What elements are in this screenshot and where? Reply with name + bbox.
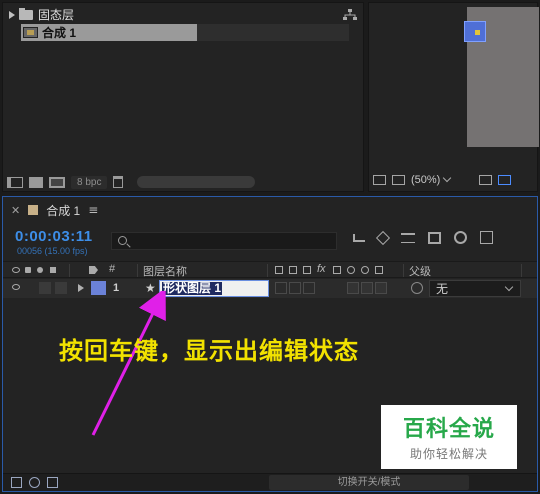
column-divider [137,264,138,277]
monitor-icon[interactable] [392,175,405,185]
watermark-logo: 百科全说 助你轻松解决 [381,405,517,469]
transfer-controls-toggle-icon[interactable] [29,477,40,488]
motion-blur-icon[interactable] [454,231,467,244]
parent-dropdown[interactable]: 无 [429,280,521,297]
project-item-comp-columns [197,24,349,41]
composition-icon [23,27,38,38]
column-divider [403,264,404,277]
timeline-footer: 切换开关/模式 [3,473,537,491]
project-panel: 固态层 合成 1 8 bpc [2,2,364,192]
layer-switch-5[interactable] [361,282,373,294]
region-of-interest-icon[interactable] [479,175,492,185]
expand-triangle-icon[interactable] [9,10,15,19]
adjustment-switch-icon [361,266,369,274]
chevron-down-icon [443,173,452,183]
column-layer-name-header[interactable]: 图层名称 [143,263,187,279]
column-number-header: # [109,263,116,275]
layer-switch-4[interactable] [347,282,359,294]
layer-lock-switch[interactable] [55,282,67,294]
layer-column-header: # 图层名称 fx 父级 [3,261,537,278]
search-icon [118,236,127,245]
bit-depth-button[interactable]: 8 bpc [71,175,108,189]
annotation-text: 按回车键，显示出编辑状态 [59,337,359,365]
in-out-duration-toggle-icon[interactable] [47,477,58,488]
composition-viewer: (50%) [368,2,539,192]
shape-layer-bounding-box[interactable] [464,21,486,42]
new-folder-icon[interactable] [29,176,43,188]
video-eye-icon[interactable] [12,267,20,273]
folder-label: 固态层 [38,8,75,22]
tab-comp-1[interactable]: 合成 1 [46,202,80,219]
always-preview-icon[interactable] [373,175,386,185]
watermark-subtitle: 助你轻松解决 [409,447,488,461]
frame-count-display: 00056 (15.00 fps) [17,246,88,256]
frame-blending-icon[interactable] [428,231,441,244]
zoom-dropdown[interactable]: (50%) [411,173,473,186]
close-tab-icon[interactable]: ✕ [11,204,20,217]
solo-icon[interactable] [37,267,43,273]
timeline-panel: ✕ 合成 1 ≡ 0:00:03:11 00056 (15.00 fps) # … [2,196,538,492]
current-time-display[interactable]: 0:00:03:11 [15,228,93,245]
tag-icon [89,266,98,274]
collapse-switch-icon [289,266,297,274]
quality-switch-icon [303,266,311,274]
toggle-switches-modes-button[interactable]: 切换开关/模式 [269,475,469,490]
layer-shy-switch[interactable] [275,282,287,294]
3d-layer-switch-icon [375,266,383,274]
project-item-comp[interactable]: 合成 1 [21,24,197,41]
parent-pickwhip-icon[interactable] [411,282,423,294]
project-footer: 8 bpc [3,173,363,191]
viewer-footer: (50%) [369,169,537,191]
project-item-solids-folder[interactable]: 固态层 [5,6,74,23]
column-parent-header[interactable]: 父级 [409,263,431,279]
comp-color-swatch [28,205,39,215]
comp-mini-flowchart-icon[interactable] [353,233,365,242]
frame-blend-switch-icon [333,266,341,274]
timeline-toolbar [353,230,493,245]
zoom-value: (50%) [411,174,441,186]
comp-label: 合成 1 [42,26,77,40]
layer-audio-switch[interactable] [39,282,51,294]
draft-3d-icon[interactable] [375,230,391,245]
annotation-arrow [91,291,166,436]
layer-search-input[interactable] [111,232,337,250]
audio-icon[interactable] [25,267,31,273]
interpret-footage-icon[interactable] [7,176,23,188]
horizontal-scrollbar[interactable] [137,176,256,188]
lock-icon[interactable] [50,267,56,273]
effect-fx-icon: fx [317,263,326,275]
watermark-title: 百科全说 [402,417,495,442]
motion-blur-switch-icon [347,266,355,274]
column-divider [267,264,268,277]
timeline-tab-bar: ✕ 合成 1 ≡ [3,197,537,223]
mask-visibility-icon[interactable] [498,175,511,185]
chevron-down-icon [504,282,514,291]
column-divider [521,264,522,277]
layer-switch-6[interactable] [375,282,387,294]
layer-visibility-eye-icon[interactable] [12,284,20,290]
folder-icon [19,7,33,20]
layer-name-edit-field[interactable]: 形状图层 1 [159,280,269,297]
graph-editor-icon[interactable] [480,231,493,244]
network-icon[interactable] [343,9,357,21]
layer-switches-toggle-icon[interactable] [11,477,22,488]
shy-layers-icon[interactable] [401,232,415,243]
layer-quality-switch[interactable] [303,282,315,294]
shy-switch-icon [275,266,283,274]
parent-value: 无 [436,282,449,296]
layer-collapse-switch[interactable] [289,282,301,294]
column-divider [69,264,70,277]
trash-icon[interactable] [113,176,124,188]
panel-menu-icon[interactable]: ≡ [88,203,98,217]
new-composition-icon[interactable] [49,176,65,188]
